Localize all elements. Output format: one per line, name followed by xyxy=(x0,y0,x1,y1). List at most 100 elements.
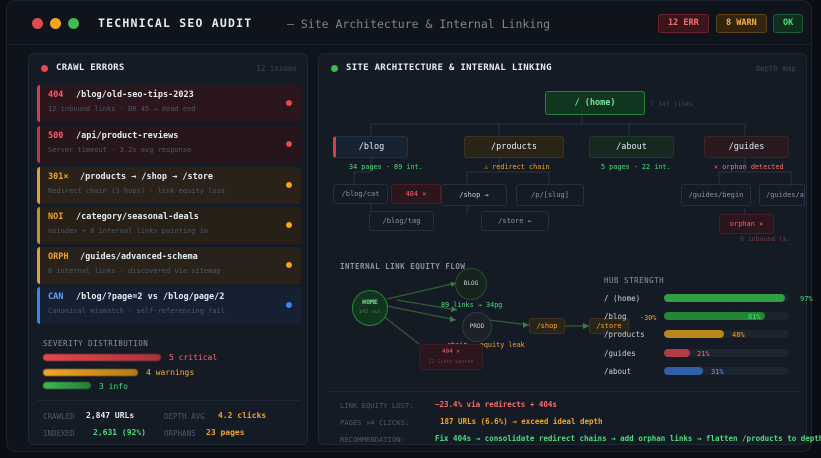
tree-node-blog-cat[interactable]: /blog/cat xyxy=(333,184,388,204)
flow-node-label: /shop xyxy=(536,322,558,330)
node-label: /blog xyxy=(358,142,385,152)
node-label: 404 ✕ xyxy=(405,190,427,198)
hub-percent: 81% xyxy=(748,313,761,321)
deep-pages-label: PAGES >4 CLICKS: xyxy=(340,418,410,427)
error-item-orphan[interactable]: ORPH /guides/advanced-schema 0 internal … xyxy=(37,247,301,284)
flow-node-shop[interactable]: /shop xyxy=(529,318,565,334)
node-label: /guides/adv xyxy=(766,191,804,199)
node-label: /p/[slug] xyxy=(531,191,569,199)
hub-track xyxy=(664,294,789,302)
warning-count: 4 warnings xyxy=(146,368,195,377)
error-code: 301× xyxy=(48,172,69,182)
error-path: /api/product-reviews xyxy=(76,131,179,141)
divider xyxy=(327,391,800,392)
severity-dot-icon xyxy=(286,302,292,308)
app-title: TECHNICAL SEO AUDIT xyxy=(98,16,253,30)
app-window: TECHNICAL SEO AUDIT — Site Architecture … xyxy=(6,0,821,452)
severity-heading: SEVERITY DISTRIBUTION xyxy=(43,339,149,348)
hub-percent: 97% xyxy=(800,295,813,303)
flow-node-label: PROD xyxy=(469,323,485,330)
tree-node-blog[interactable]: /blog xyxy=(333,136,408,158)
error-description: Server timeout · 3.2s avg response xyxy=(48,146,192,154)
app-subtitle: — Site Architecture & Internal Linking xyxy=(287,17,551,31)
equity-lost-value: −23.4% via redirects + 404s xyxy=(435,400,557,409)
title-bar: TECHNICAL SEO AUDIT — Site Architecture … xyxy=(7,1,813,45)
tree-node-orphan[interactable]: orphan ✕ xyxy=(719,214,774,234)
flow-node-sub: 142 out xyxy=(358,309,382,315)
orphan-inbound-note: 0 inbound lk. xyxy=(740,235,791,243)
node-label: /products xyxy=(490,142,538,152)
error-item-500[interactable]: 500 /api/product-reviews Server timeout … xyxy=(37,126,301,163)
maximize-window-button[interactable] xyxy=(68,18,79,29)
equity-flow-heading: INTERNAL LINK EQUITY FLOW xyxy=(340,262,466,271)
indexed-value: 2,631 (92%) xyxy=(93,428,146,437)
close-window-button[interactable] xyxy=(32,18,43,29)
flow-node-404[interactable]: 404 ✕ 12 links wasted xyxy=(419,344,483,370)
tree-node-product-slug[interactable]: /p/[slug] xyxy=(516,184,584,206)
tree-node-store[interactable]: /store ← xyxy=(481,211,549,231)
hub-label: /guides xyxy=(604,349,636,358)
error-code: NOI xyxy=(48,212,64,222)
hub-label: / (home) xyxy=(604,294,641,303)
error-item-redirect[interactable]: 301× /products → /shop → /store Redirect… xyxy=(37,167,301,204)
flow-node-home[interactable]: HOME 142 out xyxy=(352,290,388,326)
hub-track xyxy=(664,367,789,375)
tree-node-home[interactable]: / (home) xyxy=(545,91,645,115)
error-path: /guides/advanced-schema xyxy=(80,252,198,262)
tree-node-guides-begin[interactable]: /guides/begin xyxy=(681,184,751,206)
node-label: /store ← xyxy=(498,217,532,225)
flow-node-blog[interactable]: BLOG xyxy=(455,268,487,300)
error-item-noindex[interactable]: NOI /category/seasonal-deals noindex + 8… xyxy=(37,207,301,244)
home-link-count: 7 143 links xyxy=(650,100,694,108)
about-node-note: 5 pages · 22 int. xyxy=(601,163,671,171)
crawled-label: CRAWLED xyxy=(43,412,75,421)
error-item-canonical[interactable]: CAN /blog/?page=2 vs /blog/page/2 Canoni… xyxy=(37,287,301,324)
site-architecture-panel: SITE ARCHITECTURE & INTERNAL LINKING dep… xyxy=(318,53,821,445)
error-path: /products → /shop → /store xyxy=(80,172,214,182)
ok-status-badge[interactable]: OK xyxy=(773,14,804,33)
tree-node-blog-tag[interactable]: /blog/tag xyxy=(369,211,434,231)
hub-fill xyxy=(664,330,724,338)
tree-node-guides-adv[interactable]: /guides/adv xyxy=(759,184,805,206)
severity-dot-icon xyxy=(286,100,292,106)
blog-flow-note: 89 links → 34pg xyxy=(441,301,503,309)
node-label: / (home) xyxy=(574,98,616,108)
hub-percent: 31% xyxy=(711,368,724,376)
hub-track xyxy=(664,330,789,338)
error-item-404[interactable]: 404 /blog/old-seo-tips-2023 12 inbound l… xyxy=(37,85,301,122)
error-description: noindex + 8 internal links pointing in xyxy=(48,227,209,235)
tree-node-products[interactable]: /products xyxy=(464,136,564,158)
guides-node-note: ✕ orphan detected xyxy=(714,163,784,171)
crawled-value: 2,847 URLs xyxy=(86,411,135,420)
depth-label: DEPTH AVG xyxy=(164,412,205,421)
error-path: /blog/?page=2 vs /blog/page/2 xyxy=(76,292,225,302)
warning-count-badge[interactable]: 8 WARN xyxy=(716,14,767,33)
crawl-errors-panel: CRAWL ERRORS 12 issues 404 /blog/old-seo… xyxy=(28,53,308,445)
warning-bar xyxy=(43,369,138,376)
node-label: /shop → xyxy=(459,191,489,199)
tree-node-about[interactable]: /about xyxy=(589,136,674,158)
hub-percent: 21% xyxy=(697,350,710,358)
flow-node-label: BLOG xyxy=(463,280,479,287)
hub-fill xyxy=(664,349,691,357)
panel-title: CRAWL ERRORS xyxy=(56,63,125,73)
flow-node-prod[interactable]: PROD xyxy=(462,312,492,342)
tree-node-guides[interactable]: /guides xyxy=(704,136,789,158)
indexed-label: INDEXED xyxy=(43,429,75,438)
error-code: ORPH xyxy=(48,252,69,262)
error-code: 404 xyxy=(48,90,64,100)
hub-percent: 48% xyxy=(732,331,745,339)
error-description: Redirect chain (3 hops) · link equity lo… xyxy=(48,187,226,195)
error-description: 12 inbound links · DR 45 → dead end xyxy=(48,105,196,113)
node-label: /about xyxy=(616,142,647,152)
node-label: /blog/cat xyxy=(341,190,380,198)
error-description: Canonical mismatch · self-referencing fa… xyxy=(48,307,226,315)
severity-dot-icon xyxy=(286,141,292,147)
tree-node-blog-404[interactable]: 404 ✕ xyxy=(391,184,441,204)
error-count-badge[interactable]: 12 ERR xyxy=(658,14,709,33)
issue-count: 12 issues xyxy=(256,64,297,73)
tree-node-shop[interactable]: /shop → xyxy=(441,184,507,206)
minimize-window-button[interactable] xyxy=(50,18,61,29)
critical-count: 5 critical xyxy=(169,353,218,362)
hub-track xyxy=(664,349,789,357)
